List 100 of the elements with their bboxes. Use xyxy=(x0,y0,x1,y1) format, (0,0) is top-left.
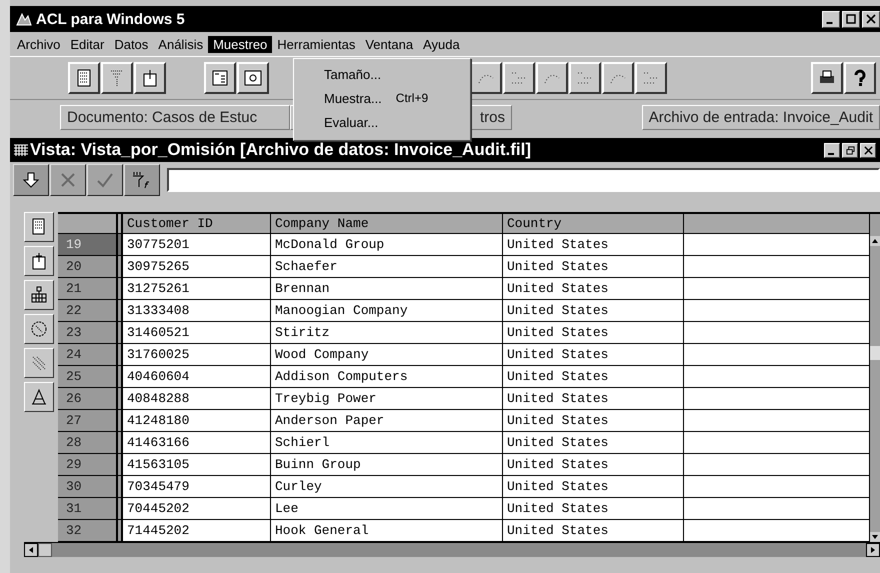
input-file-field: Archivo de entrada: Invoice_Audit xyxy=(642,104,880,130)
print-button[interactable] xyxy=(811,62,843,94)
window-icon xyxy=(243,68,263,88)
row-number[interactable]: 23 xyxy=(58,322,123,343)
menu-item[interactable]: Editar xyxy=(65,36,110,52)
menu-item[interactable]: Ayuda xyxy=(418,36,465,52)
toolbar-button[interactable] xyxy=(569,62,601,94)
palette-button[interactable] xyxy=(24,280,54,310)
close-button[interactable] xyxy=(862,10,880,28)
palette-button[interactable] xyxy=(24,348,54,378)
table-cell: United States xyxy=(503,498,684,519)
toolbar-button[interactable] xyxy=(503,62,535,94)
row-number[interactable]: 19 xyxy=(58,234,123,255)
menu-option[interactable]: Tamaño... xyxy=(294,62,470,86)
row-number[interactable]: 20 xyxy=(58,256,123,277)
row-number[interactable]: 29 xyxy=(58,454,123,475)
column-header[interactable]: Company Name xyxy=(271,214,503,233)
maximize-button[interactable] xyxy=(842,10,860,28)
row-number[interactable]: 24 xyxy=(58,344,123,365)
row-number[interactable]: 27 xyxy=(58,410,123,431)
table-cell: United States xyxy=(503,344,684,365)
table-cell: United States xyxy=(503,322,684,343)
table-cell: United States xyxy=(503,278,684,299)
menu-item[interactable]: Ventana xyxy=(360,36,418,52)
restore-button[interactable] xyxy=(842,142,858,158)
minimize-button[interactable] xyxy=(824,142,840,158)
menu-item[interactable]: Análisis xyxy=(153,36,208,52)
table-cell: Addison Computers xyxy=(271,366,503,387)
toolbar-button[interactable] xyxy=(635,62,667,94)
app-icon xyxy=(16,11,32,27)
toolbar-button[interactable] xyxy=(134,62,166,94)
document-field: Documento: Casos de Estuc xyxy=(60,104,290,130)
table-cell: United States xyxy=(503,520,684,541)
palette-button[interactable] xyxy=(24,212,54,242)
column-header[interactable]: Country xyxy=(503,214,684,233)
table-cell: 41463166 xyxy=(123,432,271,453)
close-button[interactable] xyxy=(860,142,876,158)
table-cell: Lee xyxy=(271,498,503,519)
grid-icon xyxy=(14,144,28,156)
horizontal-scrollbar[interactable] xyxy=(24,542,880,557)
menu-item[interactable]: Datos xyxy=(109,36,154,52)
palette-button[interactable] xyxy=(24,246,54,276)
expression-field[interactable] xyxy=(167,168,880,192)
menu-item[interactable]: Archivo xyxy=(12,36,66,52)
close-icon xyxy=(864,146,872,154)
building-icon xyxy=(29,285,49,305)
minimize-button[interactable] xyxy=(822,10,840,28)
table-cell: 70445202 xyxy=(123,498,271,519)
menu-option[interactable]: Evaluar... xyxy=(294,110,470,134)
table-cell: 30775201 xyxy=(123,234,271,255)
toolbar-button[interactable] xyxy=(536,62,568,94)
row-number[interactable]: 25 xyxy=(58,366,123,387)
menu-option[interactable]: Muestra... Ctrl+9 xyxy=(294,86,470,110)
row-number[interactable]: 28 xyxy=(58,432,123,453)
palette-button[interactable] xyxy=(24,382,54,412)
table-cell: United States xyxy=(503,410,684,431)
table-cell: Brennan xyxy=(271,278,503,299)
filter-button[interactable] xyxy=(124,164,160,196)
table-cell: 40460604 xyxy=(123,366,271,387)
help-button[interactable] xyxy=(844,62,876,94)
toolbar-button[interactable] xyxy=(237,62,269,94)
scroll-left-icon xyxy=(24,543,38,557)
palette-button[interactable] xyxy=(24,314,54,344)
table-cell: Buinn Group xyxy=(271,454,503,475)
toolbar-button[interactable] xyxy=(68,62,100,94)
down-arrow-button[interactable] xyxy=(13,164,49,196)
scroll-thumb[interactable] xyxy=(870,346,880,360)
toolbar-button[interactable] xyxy=(602,62,634,94)
minimize-icon xyxy=(828,152,834,154)
table-cell: 31460521 xyxy=(123,322,271,343)
row-number[interactable]: 22 xyxy=(58,300,123,321)
toolbar-button[interactable] xyxy=(101,62,133,94)
maximize-icon xyxy=(846,14,856,24)
column-header[interactable]: Customer ID xyxy=(123,214,271,233)
table-cell: Wood Company xyxy=(271,344,503,365)
menu-item[interactable]: Herramientas xyxy=(272,36,360,52)
form-icon xyxy=(210,68,230,88)
row-number[interactable]: 31 xyxy=(58,498,123,519)
scroll-thumb[interactable] xyxy=(38,543,52,557)
vertical-scrollbar[interactable] xyxy=(870,214,880,542)
row-number[interactable]: 32 xyxy=(58,520,123,541)
row-number[interactable]: 30 xyxy=(58,476,123,497)
table-cell: McDonald Group xyxy=(271,234,503,255)
table-cell: Stiritz xyxy=(271,322,503,343)
table-cell: Hook General xyxy=(271,520,503,541)
toolbar-button[interactable] xyxy=(204,62,236,94)
table-cell: Schaefer xyxy=(271,256,503,277)
toolbar-button[interactable] xyxy=(470,62,502,94)
table-cell: United States xyxy=(503,234,684,255)
table-cell: 41248180 xyxy=(123,410,271,431)
table-cell: United States xyxy=(503,454,684,475)
row-number[interactable]: 26 xyxy=(58,388,123,409)
table-cell: Anderson Paper xyxy=(271,410,503,431)
table-cell: Treybig Power xyxy=(271,388,503,409)
row-number[interactable]: 21 xyxy=(58,278,123,299)
dotted-circle-icon xyxy=(29,319,49,339)
table-cell: United States xyxy=(503,432,684,453)
menu-item[interactable]: Muestreo xyxy=(208,36,272,52)
table-cell: 70345479 xyxy=(123,476,271,497)
table-cell: 31760025 xyxy=(123,344,271,365)
